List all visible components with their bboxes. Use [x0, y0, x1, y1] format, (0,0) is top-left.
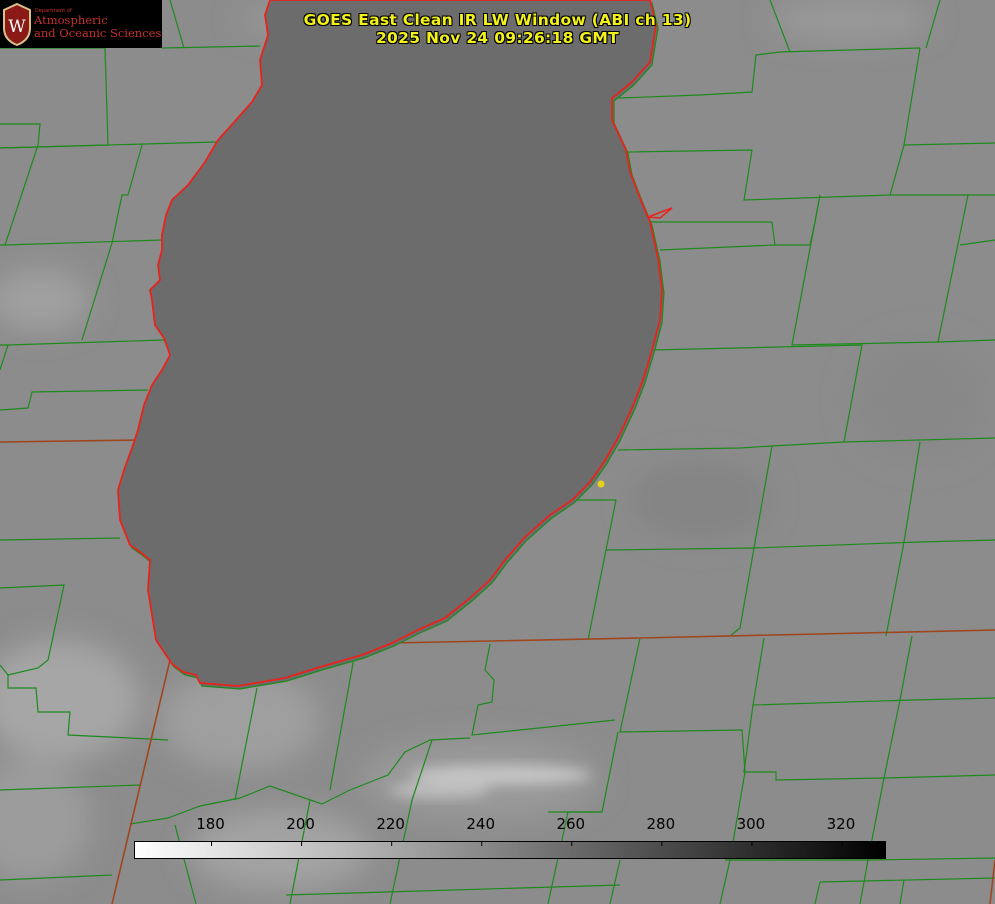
satellite-map	[0, 0, 995, 904]
location-marker	[597, 480, 605, 488]
colorbar-tick-label: 240	[466, 815, 496, 833]
colorbar-tick-label: 180	[196, 815, 225, 833]
satellite-image-view: W Department of Atmospheric and Oceanic …	[0, 0, 995, 904]
colorbar-tick-label: 280	[646, 815, 676, 833]
colorbar-tick-label: 260	[556, 815, 586, 833]
image-title: GOES East Clean IR LW Window (ABI ch 13)	[303, 11, 692, 29]
colorbar	[134, 841, 886, 859]
image-timestamp: 2025 Nov 24 09:26:18 GMT	[375, 29, 620, 47]
colorbar-tick-label: 300	[736, 815, 766, 833]
colorbar-tick-label: 200	[286, 815, 315, 833]
colorbar-tick-label: 220	[376, 815, 405, 833]
colorbar-tick-marks	[211, 842, 843, 846]
colorbar-tick-label: 320	[826, 815, 856, 833]
